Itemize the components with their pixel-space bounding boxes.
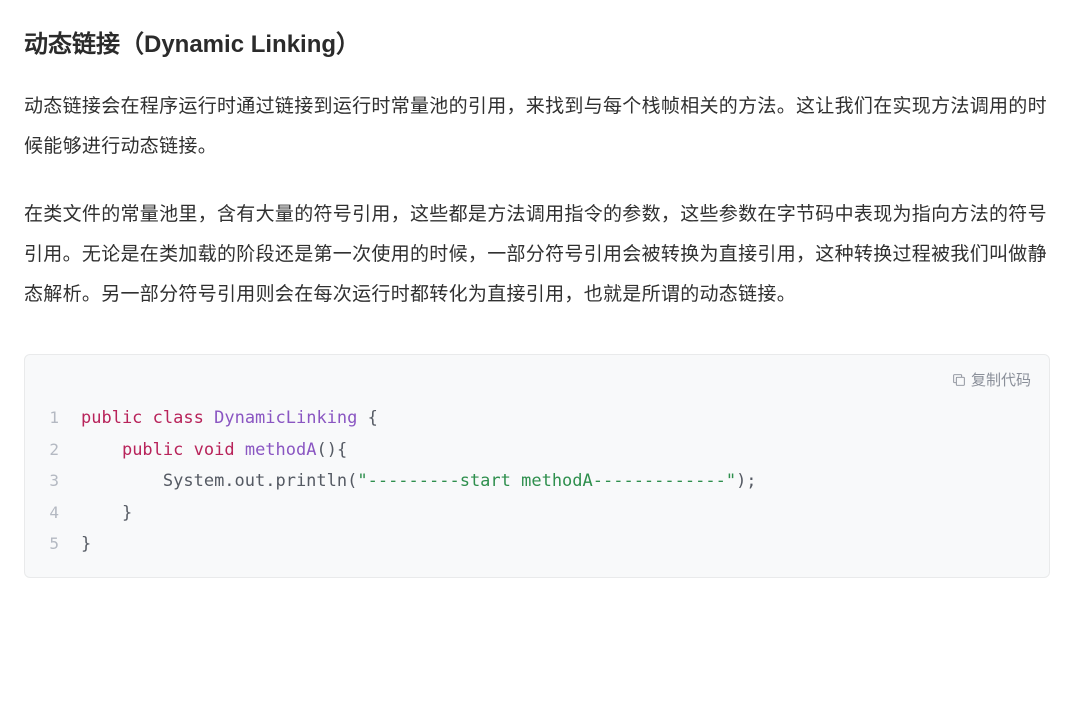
code-content: 1public class DynamicLinking { 2 public … (25, 375, 1049, 560)
line-number: 2 (25, 435, 81, 466)
copy-code-label: 复制代码 (971, 369, 1031, 390)
line-number: 1 (25, 403, 81, 434)
code-line: 4 } (25, 498, 1049, 529)
code-block: 复制代码 1public class DynamicLinking { 2 pu… (24, 354, 1050, 577)
copy-icon (951, 372, 967, 388)
section-heading: 动态链接（Dynamic Linking） (24, 24, 1050, 59)
line-number: 5 (25, 529, 81, 560)
code-line: 3 System.out.println("---------start met… (25, 466, 1049, 497)
line-number: 3 (25, 466, 81, 497)
copy-code-button[interactable]: 复制代码 (951, 369, 1031, 390)
code-line: 1public class DynamicLinking { (25, 403, 1049, 434)
code-line: 5} (25, 529, 1049, 560)
line-number: 4 (25, 498, 81, 529)
code-line: 2 public void methodA(){ (25, 435, 1049, 466)
paragraph-2: 在类文件的常量池里，含有大量的符号引用，这些都是方法调用指令的参数，这些参数在字… (24, 195, 1050, 315)
paragraph-1: 动态链接会在程序运行时通过链接到运行时常量池的引用，来找到与每个栈帧相关的方法。… (24, 87, 1050, 167)
